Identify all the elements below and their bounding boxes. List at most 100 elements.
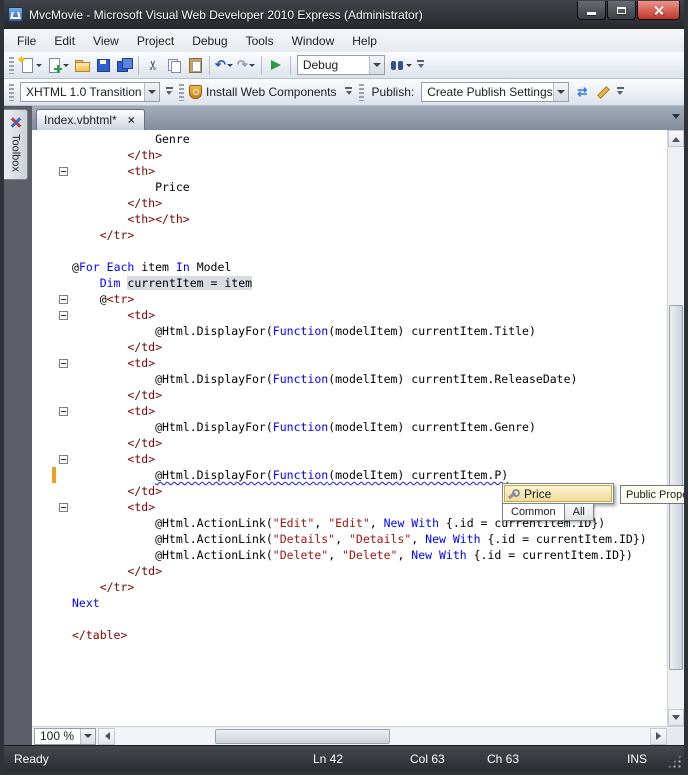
menu-debug[interactable]: Debug: [183, 31, 236, 51]
horizontal-scroll-track[interactable]: [115, 727, 650, 745]
tab-index-vbhtml[interactable]: Index.vbhtml*: [36, 109, 145, 130]
toolbar-overflow-icon[interactable]: [614, 82, 626, 102]
find-in-files-button[interactable]: [388, 54, 414, 76]
fold-collapse-icon[interactable]: [58, 406, 68, 416]
code-line[interactable]: [32, 243, 667, 259]
toolbar-grip[interactable]: [179, 83, 184, 101]
fold-collapse-icon[interactable]: [58, 454, 68, 464]
code-line[interactable]: <td>: [32, 355, 667, 371]
toolbar-grip[interactable]: [9, 83, 14, 101]
menu-project[interactable]: Project: [128, 31, 183, 51]
code-line[interactable]: </td>: [32, 339, 667, 355]
intellisense-tab-all[interactable]: All: [563, 503, 594, 521]
edit-publish-settings-button[interactable]: [593, 81, 613, 103]
code-line[interactable]: @Html.DisplayFor(Function(modelItem) cur…: [32, 371, 667, 387]
fold-collapse-icon[interactable]: [58, 502, 68, 512]
cut-button[interactable]: [143, 54, 163, 76]
doctype-combo[interactable]: XHTML 1.0 Transition: [20, 82, 160, 102]
horizontal-scroll-thumb[interactable]: [215, 728, 390, 744]
menu-tools[interactable]: Tools: [237, 31, 283, 51]
fold-collapse-icon[interactable]: [58, 294, 68, 304]
minimize-icon: [587, 11, 596, 15]
code-line[interactable]: @<tr>: [32, 291, 667, 307]
save-button[interactable]: [93, 54, 113, 76]
copy-button[interactable]: [164, 54, 184, 76]
zoom-combo[interactable]: 100 %: [34, 727, 96, 745]
code-line[interactable]: <th></th>: [32, 211, 667, 227]
code-line[interactable]: </tr>: [32, 227, 667, 243]
install-web-components-button[interactable]: Install Web Components: [188, 81, 342, 103]
save-all-button[interactable]: [114, 54, 134, 76]
intellisense-list[interactable]: Price: [502, 483, 614, 504]
scroll-down-button[interactable]: [668, 709, 684, 726]
scroll-left-button[interactable]: [98, 727, 115, 745]
code-line[interactable]: @Html.ActionLink("Details", "Details", N…: [32, 531, 667, 547]
publish-settings-combo[interactable]: Create Publish Settings: [421, 82, 570, 102]
code-line[interactable]: @Html.DisplayFor(Function(modelItem) cur…: [32, 419, 667, 435]
paste-button[interactable]: [185, 54, 205, 76]
new-item-button[interactable]: [18, 54, 44, 76]
code-line[interactable]: @For Each item In Model: [32, 259, 667, 275]
editor[interactable]: Genre </th> <th> Price </th> <th></th> <…: [32, 130, 684, 726]
code-line[interactable]: Next: [32, 595, 667, 611]
scroll-right-button[interactable]: [650, 727, 667, 745]
undo-button[interactable]: [214, 54, 235, 76]
toolbar-grip[interactable]: [9, 56, 14, 74]
titlebar[interactable]: MvcMovie - Microsoft Visual Web Develope…: [4, 0, 684, 29]
open-file-button[interactable]: [72, 54, 92, 76]
menu-file[interactable]: File: [8, 31, 45, 51]
code-line[interactable]: </td>: [32, 435, 667, 451]
code-line[interactable]: </td>: [32, 387, 667, 403]
code-line[interactable]: <td>: [32, 403, 667, 419]
resize-grip[interactable]: [667, 754, 682, 769]
horizontal-scrollbar[interactable]: [98, 727, 667, 745]
code-line[interactable]: @Html.ActionLink("Delete", "Delete", New…: [32, 547, 667, 563]
toolbar-overflow-icon[interactable]: [415, 55, 427, 75]
code-line[interactable]: @Html.DisplayFor(Function(modelItem) cur…: [32, 323, 667, 339]
code-line[interactable]: </table>: [32, 627, 667, 643]
debug-config-dropdown[interactable]: [368, 56, 384, 74]
vertical-scrollbar[interactable]: [667, 130, 684, 726]
vertical-scroll-track[interactable]: [668, 147, 684, 709]
code-line[interactable]: </th>: [32, 147, 667, 163]
fold-collapse-icon[interactable]: [58, 358, 68, 368]
code-area[interactable]: Genre </th> <th> Price </th> <th></th> <…: [32, 130, 667, 726]
tab-close-icon[interactable]: [126, 115, 137, 126]
maximize-button[interactable]: [607, 1, 636, 20]
code-line[interactable]: Price: [32, 179, 667, 195]
toolbar-overflow-icon[interactable]: [343, 82, 355, 102]
code-line[interactable]: @Html.DisplayFor(Function(modelItem) cur…: [32, 467, 667, 483]
code-line[interactable]: <td>: [32, 307, 667, 323]
intellisense-item-price[interactable]: Price: [504, 485, 612, 502]
add-item-button[interactable]: [45, 54, 71, 76]
menu-view[interactable]: View: [84, 31, 128, 51]
publish-settings-dropdown[interactable]: [553, 83, 569, 101]
redo-button[interactable]: [236, 54, 257, 76]
toolbar-grip[interactable]: [358, 83, 364, 101]
document-list-dropdown-icon[interactable]: [672, 114, 680, 123]
debug-config-combo[interactable]: Debug: [296, 55, 385, 75]
code-line[interactable]: <th>: [32, 163, 667, 179]
doctype-dropdown[interactable]: [144, 83, 159, 101]
zoom-dropdown[interactable]: [80, 728, 95, 744]
code-line[interactable]: Dim currentItem = item: [32, 275, 667, 291]
menu-window[interactable]: Window: [283, 31, 344, 51]
start-debugging-button[interactable]: [266, 54, 286, 76]
scroll-up-button[interactable]: [668, 130, 684, 147]
code-line[interactable]: </th>: [32, 195, 667, 211]
intellisense-tab-common[interactable]: Common: [502, 503, 565, 521]
fold-collapse-icon[interactable]: [58, 310, 68, 320]
toolbar-overflow-icon[interactable]: [163, 82, 175, 102]
code-line[interactable]: Genre: [32, 131, 667, 147]
menu-edit[interactable]: Edit: [45, 31, 84, 51]
menu-help[interactable]: Help: [343, 31, 386, 51]
toolbox-tab[interactable]: Toolbox: [4, 109, 28, 180]
code-line[interactable]: </tr>: [32, 579, 667, 595]
publish-web-button[interactable]: [572, 81, 592, 103]
minimize-button[interactable]: [577, 1, 606, 20]
close-button[interactable]: [637, 1, 680, 20]
code-line[interactable]: <td>: [32, 451, 667, 467]
code-line[interactable]: </td>: [32, 563, 667, 579]
fold-collapse-icon[interactable]: [58, 166, 68, 176]
code-line[interactable]: [32, 611, 667, 627]
